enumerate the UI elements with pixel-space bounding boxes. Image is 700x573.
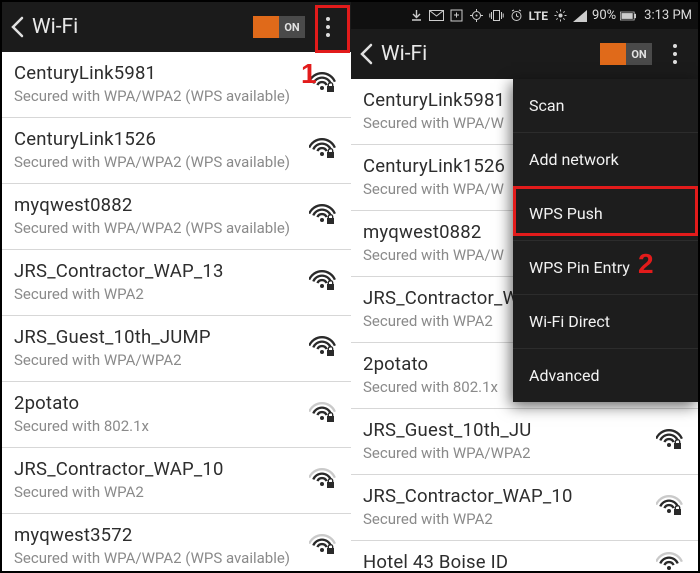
wifi-network-row[interactable]: 2potato Secured with 802.1x (2, 382, 351, 448)
network-name: Hotel 43 Boise ID (363, 551, 686, 571)
network-name: JRS_Guest_10th_JUMP (14, 326, 339, 348)
brightness-icon (552, 8, 568, 24)
network-name: JRS_Contractor_WAP_10 (363, 485, 686, 507)
battery-percentage: 90% (592, 8, 616, 23)
network-name: myqwest3572 (14, 524, 339, 546)
wifi-network-list[interactable]: CenturyLink5981 Secured with WPA/WPA2 (W… (2, 52, 351, 571)
toggle-on-label: ON (279, 16, 305, 38)
wifi-network-row[interactable]: Hotel 43 Boise ID (351, 541, 698, 571)
phone-screenshot-2: LTE 90% 3:13 PM Wi-Fi ON CenturyLink5981… (351, 2, 698, 571)
back-icon[interactable] (359, 43, 373, 65)
network-security: Secured with WPA/WPA2 (WPS available) (14, 219, 339, 237)
wifi-network-row[interactable]: JRS_Guest_10th_JU Secured with WPA/WPA2 (351, 409, 698, 475)
annotation-label-1: 1 (301, 58, 317, 90)
app-bar: Wi-Fi ON (2, 2, 351, 52)
back-icon[interactable] (10, 16, 24, 38)
wifi-signal-icon (656, 429, 686, 455)
menu-item-advanced[interactable]: Advanced (513, 349, 698, 402)
app-bar: Wi-Fi ON (351, 29, 698, 79)
download-icon (409, 8, 425, 24)
wifi-network-row[interactable]: JRS_Contractor_WAP_10 Secured with WPA2 (351, 475, 698, 541)
network-security: Secured with WPA/WPA2 (363, 444, 686, 462)
overflow-menu-button[interactable] (660, 34, 690, 74)
network-security: Secured with WPA2 (14, 483, 339, 501)
status-clock: 3:13 PM (644, 8, 692, 23)
network-name: JRS_Contractor_WAP_10 (14, 458, 339, 480)
network-name: JRS_Guest_10th_JU (363, 419, 686, 441)
wifi-network-row[interactable]: JRS_Guest_10th_JUMP Secured with WPA/WPA… (2, 316, 351, 382)
wifi-network-row[interactable]: myqwest0882 Secured with WPA/WPA2 (WPS a… (2, 184, 351, 250)
network-name: CenturyLink5981 (14, 62, 339, 84)
sync-icon (449, 8, 465, 24)
wifi-signal-icon (309, 402, 339, 428)
network-security: Secured with WPA2 (363, 510, 686, 528)
mail-icon (429, 8, 445, 24)
battery-icon (620, 8, 636, 24)
menu-item-scan[interactable]: Scan (513, 79, 698, 133)
wifi-signal-icon (309, 138, 339, 164)
network-security: Secured with WPA/WPA2 (WPS available) (14, 87, 339, 105)
page-title: Wi-Fi (381, 42, 592, 66)
menu-item-wifi-direct[interactable]: Wi-Fi Direct (513, 295, 698, 349)
alarm-icon (509, 8, 525, 24)
network-name: CenturyLink1526 (14, 128, 339, 150)
network-security: Secured with WPA/WPA2 (14, 351, 339, 369)
wifi-signal-icon (309, 468, 339, 494)
wifi-network-row[interactable]: JRS_Contractor_WAP_13 Secured with WPA2 (2, 250, 351, 316)
network-type-label: LTE (529, 9, 548, 23)
annotation-box-2 (513, 186, 698, 236)
wifi-signal-icon (309, 270, 339, 296)
wifi-signal-icon (309, 204, 339, 230)
wifi-signal-icon (309, 336, 339, 362)
network-security: Secured with WPA/WPA2 (WPS available) (14, 549, 339, 567)
page-title: Wi-Fi (32, 15, 245, 39)
menu-item-wps-pin[interactable]: WPS Pin Entry (513, 241, 698, 295)
overflow-menu: Scan Add network WPS Push WPS Pin Entry … (513, 79, 698, 402)
network-name: myqwest0882 (14, 194, 339, 216)
annotation-box-1 (315, 5, 350, 53)
toggle-on-label: ON (626, 43, 652, 65)
network-security: Secured with WPA/WPA2 (WPS available) (14, 153, 339, 171)
wifi-toggle[interactable]: ON (253, 14, 305, 40)
vibrate-icon (489, 8, 505, 24)
wifi-network-row[interactable]: JRS_Contractor_WAP_10 Secured with WPA2 (2, 448, 351, 514)
toggle-on-indicator (600, 43, 626, 65)
annotation-label-2: 2 (638, 248, 654, 280)
wifi-network-row[interactable]: CenturyLink5981 Secured with WPA/WPA2 (W… (2, 52, 351, 118)
wifi-network-row[interactable]: CenturyLink1526 Secured with WPA/WPA2 (W… (2, 118, 351, 184)
status-bar: LTE 90% 3:13 PM (351, 2, 698, 29)
gps-icon (469, 8, 485, 24)
wifi-signal-icon (309, 534, 339, 560)
wifi-signal-icon (656, 495, 686, 521)
phone-screenshot-1: Wi-Fi ON CenturyLink5981 Secured with WP… (2, 2, 352, 571)
toggle-on-indicator (253, 16, 279, 38)
network-name: JRS_Contractor_WAP_13 (14, 260, 339, 282)
wifi-signal-icon (656, 552, 686, 572)
network-name: 2potato (14, 392, 339, 414)
wifi-toggle[interactable]: ON (600, 41, 652, 67)
signal-icon (572, 8, 588, 24)
network-security: Secured with 802.1x (14, 417, 339, 435)
menu-item-add-network[interactable]: Add network (513, 133, 698, 187)
network-security: Secured with WPA2 (14, 285, 339, 303)
wifi-network-row[interactable]: myqwest3572 Secured with WPA/WPA2 (WPS a… (2, 514, 351, 571)
